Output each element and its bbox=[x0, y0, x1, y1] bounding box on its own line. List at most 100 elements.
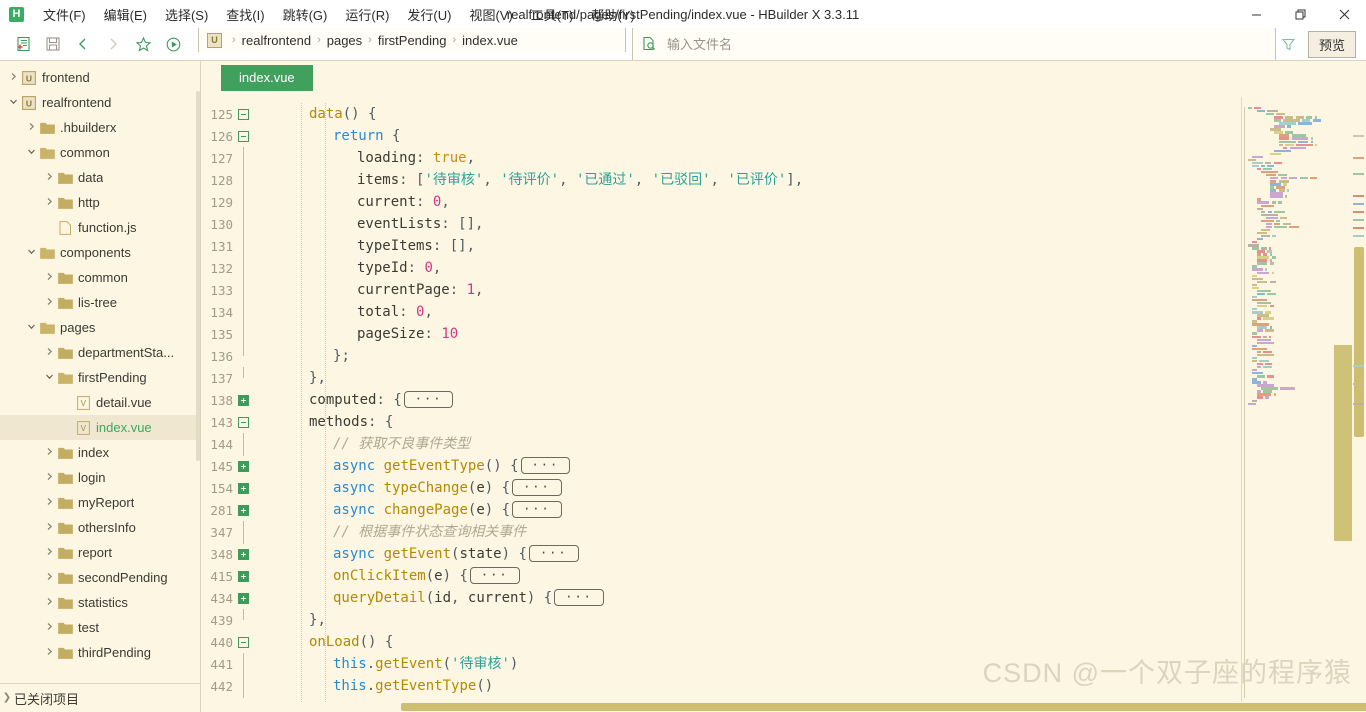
fold-marker-bar[interactable] bbox=[238, 652, 249, 676]
folded-code-marker[interactable]: ··· bbox=[403, 390, 454, 408]
code-line[interactable]: onClickItem(e) {··· bbox=[253, 565, 1241, 587]
code-line[interactable]: pageSize: 10 bbox=[253, 323, 1241, 345]
chevron-right-icon[interactable] bbox=[6, 72, 20, 84]
gutter-line[interactable]: 440 bbox=[201, 631, 253, 653]
minimize-button[interactable] bbox=[1234, 0, 1278, 28]
chevron-right-icon[interactable] bbox=[42, 547, 56, 559]
gutter-line[interactable]: 131 bbox=[201, 234, 253, 258]
file-search-input[interactable] bbox=[665, 35, 1267, 53]
forward-button[interactable] bbox=[98, 31, 128, 57]
fold-marker-bar[interactable] bbox=[238, 278, 249, 302]
tree-item-login[interactable]: login bbox=[0, 465, 200, 490]
chevron-right-icon[interactable] bbox=[42, 472, 56, 484]
fold-marker-plus[interactable] bbox=[238, 592, 249, 604]
chevron-down-icon[interactable] bbox=[24, 322, 38, 334]
fold-marker-bar[interactable] bbox=[238, 520, 249, 544]
sidebar-scrollbar[interactable] bbox=[196, 91, 200, 461]
chevron-down-icon[interactable] bbox=[42, 372, 56, 384]
chevron-right-icon[interactable] bbox=[42, 272, 56, 284]
code-line[interactable]: async changePage(e) {··· bbox=[253, 499, 1241, 521]
chevron-down-icon[interactable] bbox=[24, 147, 38, 159]
fold-marker-bar[interactable] bbox=[238, 212, 249, 236]
new-file-button[interactable] bbox=[8, 31, 38, 57]
code-line[interactable]: this.getEventType() bbox=[253, 675, 1241, 697]
fold-marker-plus[interactable] bbox=[238, 570, 249, 582]
menu-select[interactable]: 选择(S) bbox=[156, 2, 217, 27]
tree-item-thirdpending[interactable]: thirdPending bbox=[0, 640, 200, 665]
tree-item-index[interactable]: index bbox=[0, 440, 200, 465]
gutter-line[interactable]: 130 bbox=[201, 212, 253, 236]
code-line[interactable]: eventLists: [], bbox=[253, 213, 1241, 235]
gutter-line[interactable]: 348 bbox=[201, 543, 253, 565]
breadcrumb-part-folder[interactable]: firstPending bbox=[378, 33, 447, 48]
folded-code-marker[interactable]: ··· bbox=[469, 566, 520, 584]
menu-help[interactable]: 帮助(Y) bbox=[582, 2, 643, 27]
gutter-line[interactable]: 281 bbox=[201, 499, 253, 521]
menu-run[interactable]: 运行(R) bbox=[336, 2, 398, 27]
vertical-scrollbar-thumb[interactable] bbox=[1354, 247, 1364, 437]
save-button[interactable] bbox=[38, 31, 68, 57]
gutter-line[interactable]: 137 bbox=[201, 366, 253, 389]
gutter-line[interactable]: 415 bbox=[201, 565, 253, 587]
menu-find[interactable]: 查找(I) bbox=[217, 2, 273, 27]
tree-item-lis-tree[interactable]: lis-tree bbox=[0, 290, 200, 315]
code-line[interactable]: return { bbox=[253, 125, 1241, 147]
fold-marker-bar[interactable] bbox=[238, 146, 249, 170]
maximize-button[interactable] bbox=[1278, 0, 1322, 28]
tree-item-frontend[interactable]: Ufrontend bbox=[0, 65, 200, 90]
gutter-line[interactable]: 138 bbox=[201, 389, 253, 411]
gutter-line[interactable]: 441 bbox=[201, 652, 253, 676]
folded-code-marker[interactable]: ··· bbox=[554, 588, 604, 606]
code-line[interactable]: currentPage: 1, bbox=[253, 279, 1241, 301]
fold-marker-minus[interactable] bbox=[238, 416, 249, 428]
fold-marker-plus[interactable] bbox=[238, 504, 249, 516]
breadcrumb[interactable]: U › realfrontend › pages › firstPending … bbox=[198, 28, 626, 52]
gutter-line[interactable]: 127 bbox=[201, 146, 253, 170]
gutter-line[interactable]: 442 bbox=[201, 674, 253, 698]
chevron-right-icon[interactable] bbox=[42, 647, 56, 659]
gutter-line[interactable]: 439 bbox=[201, 608, 253, 631]
gutter-line[interactable]: 145 bbox=[201, 455, 253, 477]
menu-edit[interactable]: 编辑(E) bbox=[95, 2, 156, 27]
fold-marker-bar[interactable] bbox=[238, 234, 249, 258]
chevron-right-icon[interactable] bbox=[42, 172, 56, 184]
chevron-right-icon[interactable] bbox=[42, 447, 56, 459]
code-line[interactable]: }, bbox=[253, 367, 1241, 389]
chevron-right-icon[interactable] bbox=[42, 597, 56, 609]
code-line[interactable]: computed: {··· bbox=[253, 389, 1241, 411]
fold-marker-minus[interactable] bbox=[238, 636, 249, 648]
tree-item-index-vue[interactable]: Vindex.vue bbox=[0, 415, 200, 440]
closed-projects-row[interactable]: ❯ 已关闭项目 bbox=[0, 683, 200, 712]
chevron-right-icon[interactable] bbox=[24, 122, 38, 134]
code-line[interactable]: typeItems: [], bbox=[253, 235, 1241, 257]
code-line[interactable]: queryDetail(id, current) {··· bbox=[253, 587, 1241, 609]
code-line[interactable]: }, bbox=[253, 609, 1241, 631]
tree-item--hbuilderx[interactable]: .hbuilderx bbox=[0, 115, 200, 140]
code-line[interactable]: current: 0, bbox=[253, 191, 1241, 213]
tree-item-firstpending[interactable]: firstPending bbox=[0, 365, 200, 390]
fold-marker-bar[interactable] bbox=[238, 256, 249, 280]
code-line[interactable]: async getEventType() {··· bbox=[253, 455, 1241, 477]
folded-code-marker[interactable]: ··· bbox=[512, 478, 562, 496]
gutter-line[interactable]: 434 bbox=[201, 587, 253, 609]
code-line[interactable]: }; bbox=[253, 345, 1241, 367]
chevron-right-icon[interactable] bbox=[42, 197, 56, 209]
fold-marker-bar[interactable] bbox=[238, 168, 249, 192]
gutter-line[interactable]: 154 bbox=[201, 477, 253, 499]
code-line[interactable]: loading: true, bbox=[253, 147, 1241, 169]
gutter-line[interactable]: 136 bbox=[201, 344, 253, 367]
code-line[interactable]: onLoad() { bbox=[253, 631, 1241, 653]
gutter-line[interactable]: 135 bbox=[201, 322, 253, 346]
fold-marker-barend[interactable] bbox=[238, 366, 249, 384]
tree-item-departmentsta-[interactable]: departmentSta... bbox=[0, 340, 200, 365]
project-tree[interactable]: Ufrontend Urealfrontend .hbuilderx common da… bbox=[0, 61, 200, 683]
chevron-right-icon[interactable] bbox=[42, 297, 56, 309]
fold-marker-bar[interactable] bbox=[238, 432, 249, 456]
fold-marker-bar[interactable] bbox=[238, 322, 249, 346]
code-line[interactable]: total: 0, bbox=[253, 301, 1241, 323]
horizontal-scrollbar-thumb[interactable] bbox=[401, 703, 1366, 711]
menu-view[interactable]: 视图(V) bbox=[460, 2, 521, 27]
gutter-line[interactable]: 128 bbox=[201, 168, 253, 192]
chevron-down-icon[interactable] bbox=[6, 97, 20, 109]
code-line[interactable]: // 获取不良事件类型 bbox=[253, 433, 1241, 455]
